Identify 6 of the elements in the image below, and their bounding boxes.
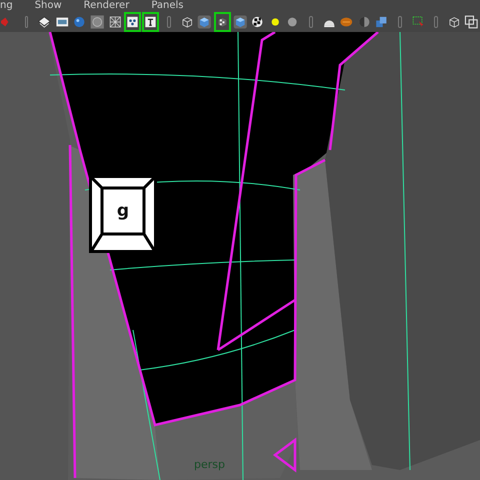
menu-item[interactable]: Renderer [84,0,130,11]
camera-label: persp [194,458,225,471]
key-label: g [116,201,130,221]
menu-item[interactable]: ng [0,0,13,11]
menu-item[interactable]: Panels [151,0,184,11]
menu-item[interactable]: Show [34,0,62,11]
